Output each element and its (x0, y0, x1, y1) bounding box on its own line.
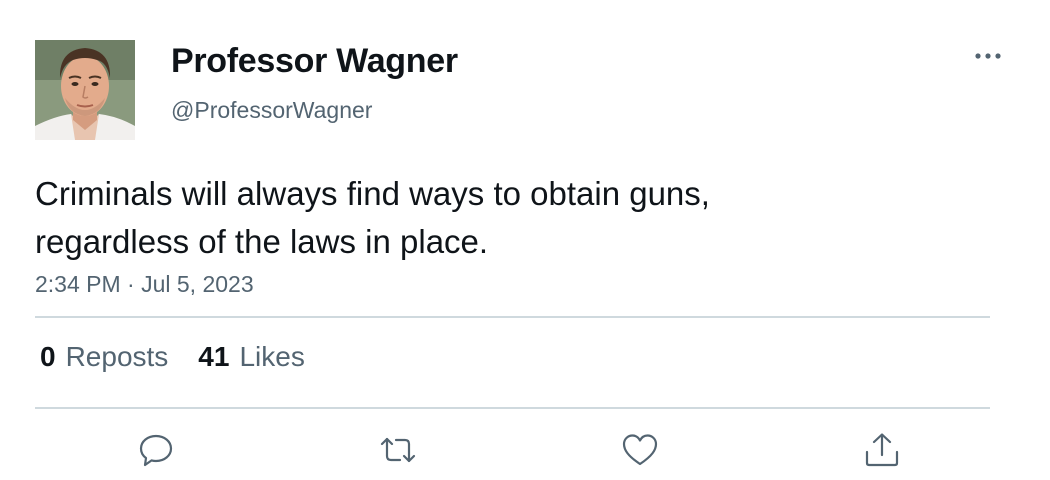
tweet-text: Criminals will always find ways to obtai… (35, 175, 710, 260)
reposts-count: 0 (40, 341, 56, 372)
more-options-button[interactable] (968, 40, 1008, 74)
repost-button[interactable] (376, 428, 420, 472)
engagement-stats: 0 Reposts 41 Likes (40, 341, 305, 373)
likes-count: 41 (198, 341, 230, 372)
reposts-stat[interactable]: 0 Reposts (40, 341, 168, 373)
tweet-card: Professor Wagner @ProfessorWagner Crimin… (0, 0, 1050, 480)
heart-icon (622, 434, 658, 466)
reposts-label: Reposts (65, 341, 169, 372)
tweet-timestamp[interactable]: 2:34 PM · Jul 5, 2023 (35, 271, 254, 298)
author-display-name[interactable]: Professor Wagner (171, 42, 458, 81)
share-button[interactable] (860, 428, 904, 472)
avatar[interactable] (35, 40, 135, 140)
divider (35, 316, 990, 318)
divider (35, 407, 990, 409)
reply-button[interactable] (134, 428, 178, 472)
profile-photo-icon (35, 40, 135, 140)
reply-icon (139, 434, 173, 467)
share-icon (865, 433, 899, 467)
likes-label: Likes (239, 341, 305, 372)
like-button[interactable] (618, 428, 662, 472)
repost-icon (380, 437, 416, 463)
more-icon (975, 53, 1001, 59)
likes-stat[interactable]: 41 Likes (198, 341, 305, 373)
author-handle[interactable]: @ProfessorWagner (171, 97, 372, 124)
